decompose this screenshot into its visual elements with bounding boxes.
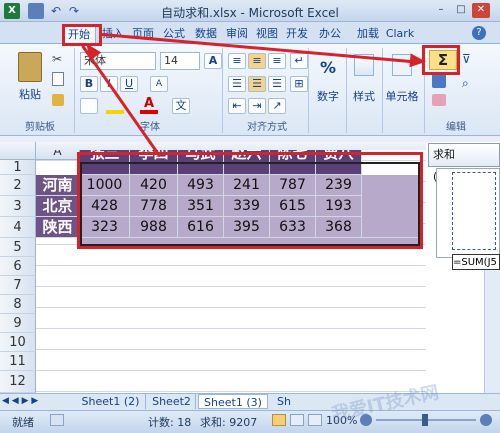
shrink-font-button[interactable]: A <box>150 76 168 92</box>
grow-font-button[interactable]: A <box>204 53 222 69</box>
align-bottom-icon[interactable]: ≡ <box>268 53 286 69</box>
indent-decrease-icon[interactable]: ⇤ <box>228 98 246 114</box>
row-header[interactable]: 11 <box>0 352 36 371</box>
row-header[interactable]: 5 <box>0 238 36 257</box>
autosum-tooltip: 求和 (Alt+=) <box>428 143 500 183</box>
row-header[interactable]: 6 <box>0 257 36 276</box>
format-painter-icon[interactable] <box>52 94 64 106</box>
font-group-label: 字体 <box>140 122 160 133</box>
paste-icon[interactable] <box>18 52 42 82</box>
column-header-overlay <box>36 142 426 150</box>
cells-button[interactable]: 单元格 <box>382 88 422 104</box>
row-header[interactable]: 7 <box>0 276 36 295</box>
tab-view[interactable]: 视图 <box>252 25 282 43</box>
fill-down-icon[interactable] <box>432 74 446 88</box>
sheet-tab-active[interactable]: Sheet1 (3) <box>198 394 268 409</box>
percent-icon[interactable]: % <box>316 58 340 77</box>
view-pagebreak-icon[interactable] <box>308 414 322 426</box>
row-header[interactable]: 4 <box>0 217 36 238</box>
highlight-box-table <box>77 152 423 249</box>
separator <box>222 48 223 133</box>
status-count: 计数: 18 <box>148 416 192 429</box>
align-center-icon[interactable]: ☰ <box>248 76 266 92</box>
highlight-box-autosum <box>422 45 460 75</box>
align-right-icon[interactable]: ☰ <box>268 76 286 92</box>
border-icon[interactable] <box>80 98 98 114</box>
indent-increase-icon[interactable]: ⇥ <box>248 98 266 114</box>
close-button[interactable]: ✕ <box>472 3 490 18</box>
row-header[interactable]: 12 <box>0 371 36 393</box>
bold-button[interactable]: B <box>80 76 98 92</box>
row-header[interactable]: 2 <box>0 175 36 196</box>
macro-record-icon[interactable] <box>50 414 64 426</box>
sheet-tab[interactable]: Sheet2 <box>148 394 196 409</box>
separator <box>346 48 347 133</box>
help-icon[interactable]: ? <box>472 26 486 40</box>
row-label-cell[interactable]: 河南 <box>36 175 80 196</box>
title-bar: X ↶ ↷ 自动求和.xlsx - Microsoft Excel – □ ✕ <box>0 0 500 22</box>
wrap-text-icon[interactable]: ↵ <box>290 53 308 69</box>
tooltip-preview-selection <box>452 172 496 250</box>
highlight-box-home-tab <box>62 24 102 46</box>
cut-icon[interactable]: ✂ <box>52 52 66 66</box>
phonetic-button[interactable]: 文 <box>172 98 190 114</box>
zoom-in-icon[interactable] <box>480 414 492 426</box>
tab-review[interactable]: 审阅 <box>222 25 252 43</box>
clear-icon[interactable] <box>432 94 446 106</box>
minimize-button[interactable]: – <box>432 3 450 18</box>
row-header[interactable]: 9 <box>0 314 36 333</box>
status-ready: 就绪 <box>12 416 34 429</box>
editing-group-label: 编辑 <box>446 122 466 133</box>
find-select-icon[interactable]: ⌕ <box>462 76 478 92</box>
font-color-icon[interactable]: A <box>140 97 158 114</box>
align-middle-icon[interactable]: ≡ <box>248 53 266 69</box>
window-title: 自动求和.xlsx - Microsoft Excel <box>161 6 339 20</box>
sheet-nav-icon[interactable]: ◀ ◀ ▶ ▶ <box>2 395 62 408</box>
underline-button[interactable]: U <box>120 76 138 92</box>
row-header[interactable]: 3 <box>0 196 36 217</box>
status-sum: 求和: 9207 <box>200 416 258 429</box>
separator <box>74 48 75 133</box>
vertical-scrollbar[interactable] <box>484 270 500 393</box>
sheet-tab[interactable]: Sh <box>272 394 296 409</box>
row-header[interactable]: 1 <box>0 160 36 175</box>
tooltip-formula-preview: =SUM(J5 <box>452 254 500 270</box>
sheet-tab[interactable]: Sheet1 (2) <box>76 394 146 409</box>
separator <box>308 48 309 133</box>
merge-icon[interactable]: ⊞ <box>290 76 308 92</box>
row-label-cell[interactable]: 北京 <box>36 196 80 217</box>
font-size-combo[interactable]: 14 <box>160 52 200 70</box>
align-left-icon[interactable]: ☰ <box>228 76 246 92</box>
tab-office[interactable]: 办公 <box>314 25 346 43</box>
align-top-icon[interactable]: ≡ <box>228 53 246 69</box>
number-format-button[interactable]: 数字 <box>312 88 344 104</box>
row-header[interactable]: 10 <box>0 333 36 352</box>
paste-button-label[interactable]: 粘贴 <box>12 86 48 102</box>
sort-filter-icon[interactable]: ⊽ <box>462 52 478 68</box>
view-layout-icon[interactable] <box>290 414 304 426</box>
select-all-corner[interactable] <box>0 142 36 160</box>
styles-button[interactable]: 样式 <box>348 88 380 104</box>
tab-addins[interactable]: 加载 <box>352 25 384 43</box>
tab-developer[interactable]: 开发 <box>282 25 312 43</box>
orientation-icon[interactable]: ↗ <box>268 98 286 114</box>
arrowhead-icon <box>409 53 427 69</box>
row-label-cell[interactable]: 陕西 <box>36 217 80 238</box>
copy-icon[interactable] <box>52 72 64 86</box>
alignment-group-label: 对齐方式 <box>247 122 287 133</box>
row-header[interactable]: 8 <box>0 295 36 314</box>
tab-clark[interactable]: Clark <box>384 25 416 43</box>
view-normal-icon[interactable] <box>272 414 286 426</box>
clipboard-group-label: 剪贴板 <box>25 122 55 133</box>
zoom-slider-thumb[interactable] <box>422 414 428 426</box>
restore-button[interactable]: □ <box>452 3 470 18</box>
